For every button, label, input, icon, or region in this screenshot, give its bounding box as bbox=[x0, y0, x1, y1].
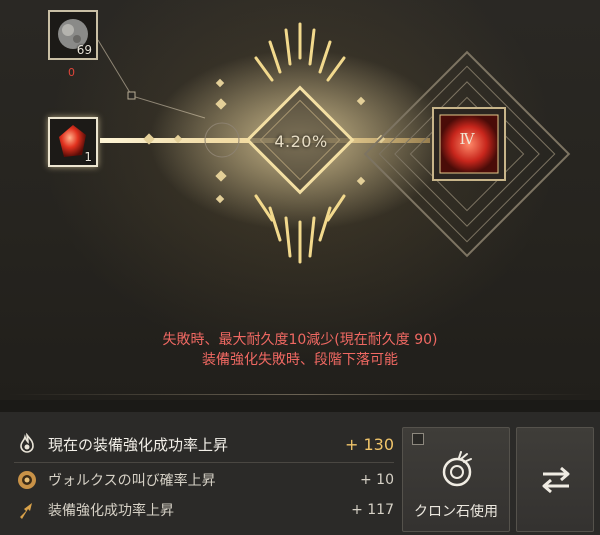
success-rate: 4.20% bbox=[274, 132, 328, 151]
stat-row-enhance-rate: 装備強化成功率上昇 + 117 bbox=[14, 497, 394, 523]
stat-row-volks-cry: ヴォルクスの叫び確率上昇 + 10 bbox=[14, 467, 394, 493]
volks-cry-icon bbox=[14, 467, 40, 493]
stat-label: ヴォルクスの叫び確率上昇 bbox=[48, 473, 216, 489]
swap-arrows-icon bbox=[542, 466, 570, 494]
material-slot-red-crystal[interactable]: 1 bbox=[48, 117, 98, 167]
use-cron-stone-label: クロン石使用 bbox=[414, 504, 498, 520]
failure-warnings: 失敗時、最大耐久度10減少(現在耐久度 90) 装備強化失敗時、段階下落可能 bbox=[0, 330, 600, 370]
stat-label: 現在の装備強化成功率上昇 bbox=[48, 435, 229, 454]
stat-label: 装備強化成功率上昇 bbox=[48, 503, 174, 519]
connector-node bbox=[127, 91, 136, 100]
stat-value: + 10 bbox=[360, 472, 394, 488]
stat-value: + 117 bbox=[351, 502, 394, 518]
gray-stone-count: 69 bbox=[76, 43, 92, 57]
swap-button[interactable] bbox=[516, 427, 594, 532]
divider bbox=[14, 462, 394, 463]
stat-value: + 130 bbox=[344, 434, 394, 454]
downgrade-warning: 装備強化失敗時、段階下落可能 bbox=[202, 352, 398, 368]
gray-stone-zero: 0 bbox=[68, 66, 75, 79]
arrow-up-icon bbox=[14, 497, 40, 523]
stat-row-current-rate: 現在の装備強化成功率上昇 + 130 bbox=[14, 430, 394, 458]
use-cron-stone-button[interactable]: クロン石使用 bbox=[402, 427, 510, 532]
flame-icon bbox=[14, 431, 40, 457]
material-slot-gray-stone[interactable]: 69 bbox=[48, 10, 98, 60]
target-level: Ⅳ bbox=[459, 130, 475, 148]
cron-stone-icon bbox=[442, 451, 472, 487]
durability-warning: 失敗時、最大耐久度10減少(現在耐久度 90) bbox=[162, 332, 438, 348]
bottom-panel: 現在の装備強化成功率上昇 + 130 ヴォルクスの叫び確率上昇 + 10 装備強… bbox=[0, 394, 600, 535]
red-crystal-count: 1 bbox=[84, 150, 92, 164]
cron-stone-checkbox[interactable] bbox=[412, 433, 424, 445]
